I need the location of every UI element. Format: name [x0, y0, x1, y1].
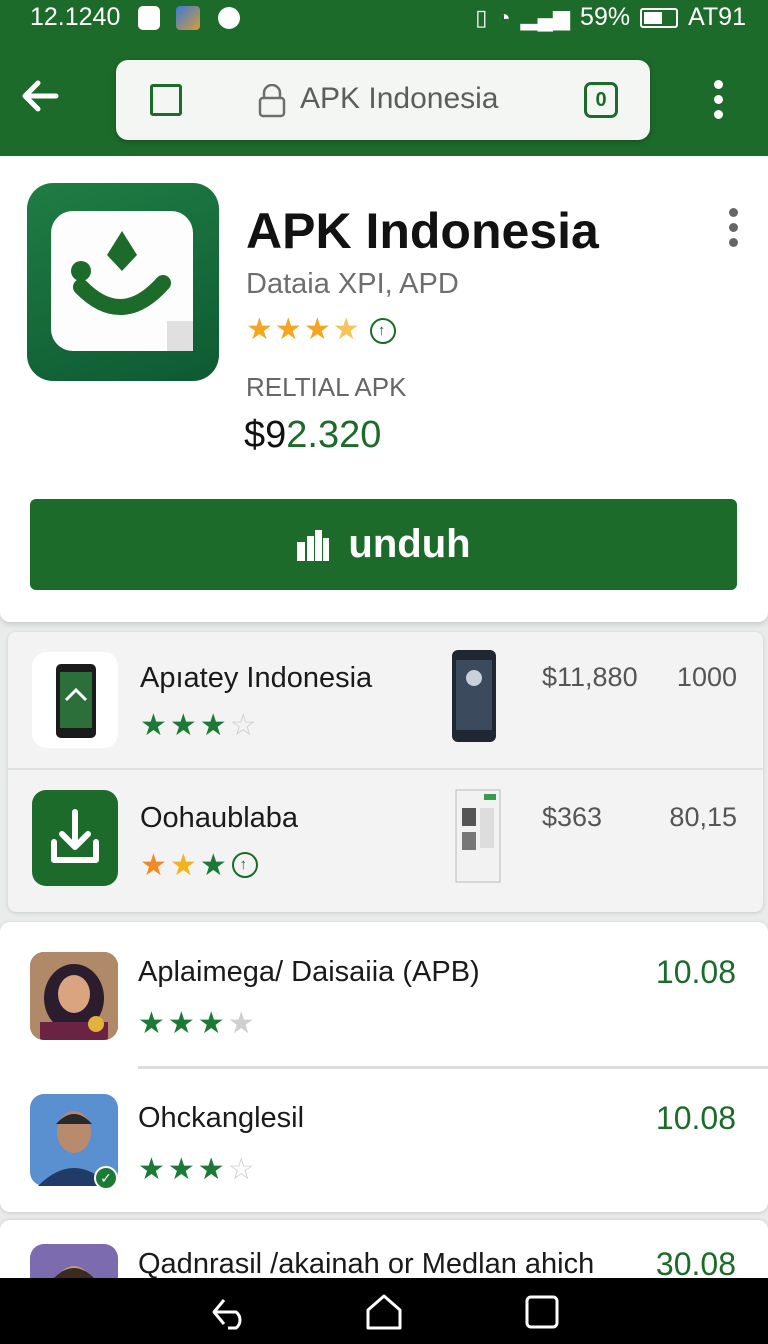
carrier-label: AT91	[688, 3, 746, 31]
list-item-price: $363	[542, 802, 603, 832]
back-arrow-icon	[22, 80, 59, 112]
star-half-icon: ★	[332, 313, 362, 346]
list-item-title: Qadnrasil /akainah or Medlan ahich	[138, 1248, 595, 1280]
app-rating: ★★★★ ↑	[246, 312, 396, 347]
download-button[interactable]: unduh	[30, 499, 737, 590]
back-nav-icon[interactable]	[210, 1292, 250, 1332]
thumbs-up-icon	[297, 529, 330, 561]
avatar: ✓	[30, 1094, 118, 1190]
status-time: 12.1240	[30, 3, 121, 31]
more-vert-icon[interactable]	[708, 80, 728, 120]
app-title: APK Indonesia	[246, 203, 599, 259]
list-item-title: Apıatey Indonesia	[140, 662, 373, 694]
star-icon: ★	[246, 313, 275, 346]
list-item-value: 10.08	[655, 954, 736, 990]
people-list: Aplaimega/ Daisaiia (APB) ★★★★ 10.08 ✓ O…	[0, 922, 768, 1212]
app-developer: Dataia XPI, APD	[246, 268, 459, 300]
verified-check-icon: ✓	[94, 1166, 118, 1190]
tabs-counter-button[interactable]: 0	[584, 82, 618, 118]
list-item[interactable]: Oohaublaba ★★★ ↑ $363 80,15	[8, 772, 763, 910]
list-item-price: $11,880	[542, 662, 638, 692]
list-item[interactable]: Aplaimega/ Daisaiia (APB) ★★★★ 10.08	[0, 922, 768, 1068]
vibrate-icon: ▯	[475, 4, 488, 30]
list-item[interactable]: Apıatey Indonesia ★★★☆ $11,880 1000	[8, 632, 763, 770]
list-item-count: 1000	[676, 662, 737, 692]
app-thumbnail	[32, 652, 118, 748]
app-more-icon[interactable]	[726, 208, 740, 248]
star-icon: ★	[274, 313, 304, 346]
list-item-value: 10.08	[655, 1100, 736, 1136]
brochure-preview-image	[455, 789, 501, 883]
gallery-notification-icon	[176, 6, 200, 30]
battery-icon	[640, 7, 679, 28]
recents-nav-icon[interactable]	[522, 1292, 562, 1332]
list-item-title: Aplaimega/ Daisaiia (APB)	[138, 956, 480, 988]
app-type-label: RELTIAL APK	[246, 372, 407, 402]
message-notification-icon	[218, 7, 240, 29]
list-item-rating: ★★★☆	[140, 709, 260, 742]
download-icon	[32, 790, 118, 886]
lock-icon	[258, 84, 286, 118]
lock-notification-icon	[138, 6, 160, 30]
toolbar: APK Indonesia 0	[0, 58, 768, 142]
list-item-rating: ★★★★	[138, 1007, 258, 1040]
list-item-count: 80,15	[669, 802, 737, 832]
app-price: $92.320	[244, 414, 381, 457]
price-amount: 2.320	[286, 414, 382, 456]
related-apps-list: Apıatey Indonesia ★★★☆ $11,880 1000 Ooha…	[8, 632, 763, 912]
app-logo-icon	[27, 183, 219, 381]
back-button[interactable]	[18, 74, 66, 122]
battery-percent: 59%	[580, 3, 631, 31]
status-bar: 12.1240 ▯ ◔ ▂▄▆ 59% AT91	[0, 0, 768, 36]
avatar	[30, 952, 118, 1040]
list-item-title: Ohckanglesil	[138, 1102, 305, 1134]
signal-icon: ▂▄▆	[520, 4, 571, 30]
price-prefix: $9	[244, 414, 287, 456]
verified-badge-icon: ↑	[369, 318, 396, 344]
phone-preview-image	[452, 650, 496, 742]
wifi-icon: ◔	[497, 4, 511, 30]
star-icon: ★	[303, 313, 333, 346]
url-bar[interactable]: APK Indonesia 0	[116, 60, 650, 140]
navigation-bar	[0, 1278, 768, 1344]
verified-badge-icon: ↑	[231, 852, 258, 878]
app-bar: 12.1240 ▯ ◔ ▂▄▆ 59% AT91 APK Indonesia 0	[0, 0, 768, 156]
list-item-title: Oohaublaba	[140, 802, 299, 834]
tab-square-icon[interactable]	[150, 84, 182, 116]
app-header-card: APK Indonesia Dataia XPI, APD ★★★★ ↑ RELT…	[0, 156, 768, 622]
list-item-rating: ★★★☆	[138, 1153, 258, 1186]
url-text[interactable]: APK Indonesia	[300, 82, 498, 116]
list-item[interactable]: ✓ Ohckanglesil ★★★☆ 10.08	[0, 1068, 768, 1214]
home-nav-icon[interactable]	[364, 1292, 404, 1332]
list-item-rating: ★★★ ↑	[140, 848, 258, 883]
download-label: unduh	[348, 522, 471, 566]
status-right: ▯ ◔ ▂▄▆ 59% AT91	[475, 3, 746, 32]
